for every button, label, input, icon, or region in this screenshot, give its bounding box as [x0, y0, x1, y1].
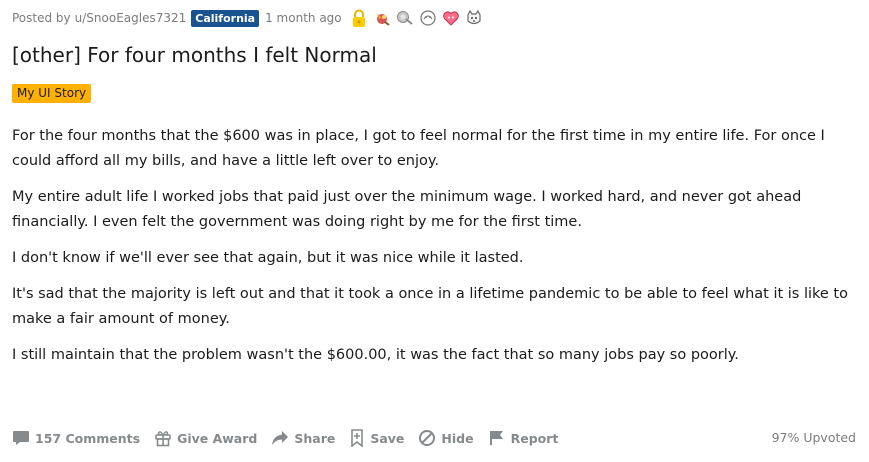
user-flair: California	[191, 9, 260, 27]
post-meta: Posted by u/SnooEagles7321 California 1 …	[12, 7, 488, 29]
post-paragraph: I still maintain that the problem wasn't…	[12, 347, 739, 363]
post-paragraph: For the four months that the $600 was in…	[12, 128, 825, 169]
give-award-label: Give Award	[177, 430, 258, 446]
save-label: Save	[370, 430, 405, 446]
post: Posted by u/SnooEagles7321 California 1 …	[12, 0, 860, 462]
report-button[interactable]: Report	[488, 429, 559, 447]
link-flair[interactable]: My UI Story	[12, 84, 92, 103]
rocket-award-icon[interactable]	[373, 9, 391, 27]
post-paragraph: I don't know if we'll ever see that agai…	[12, 250, 524, 266]
wholesome-award-icon[interactable]	[442, 9, 460, 27]
gift-icon	[155, 431, 171, 447]
hide-label: Hide	[441, 430, 474, 446]
flag-icon	[489, 431, 503, 445]
hide-button[interactable]: Hide	[418, 429, 474, 447]
post-actions-bar: 157 Comments Give Award Share Save Hide …	[12, 427, 860, 449]
hide-icon	[419, 430, 436, 446]
helpful-award-icon[interactable]	[419, 9, 437, 27]
comment-icon	[13, 431, 29, 445]
post-title[interactable]: [other] For four months I felt Normal	[12, 40, 377, 70]
share-button[interactable]: Share	[271, 430, 335, 446]
author-link[interactable]: u/SnooEagles7321	[75, 11, 187, 25]
posted-by-label: Posted by	[12, 11, 71, 25]
lock-award-icon[interactable]	[350, 9, 368, 27]
comments-button[interactable]: 157 Comments	[12, 430, 140, 446]
comments-label: 157 Comments	[35, 430, 141, 446]
bookmark-plus-icon	[351, 429, 364, 447]
save-button[interactable]: Save	[349, 429, 404, 447]
post-paragraph: It's sad that the majority is left out a…	[12, 286, 848, 327]
share-icon	[272, 431, 289, 445]
silver-award-icon[interactable]	[396, 9, 414, 27]
share-label: Share	[294, 430, 336, 446]
doge-award-icon[interactable]	[465, 9, 483, 27]
report-label: Report	[510, 430, 559, 446]
awards-list[interactable]	[350, 9, 488, 27]
give-award-button[interactable]: Give Award	[154, 429, 257, 447]
post-time[interactable]: 1 month ago	[265, 11, 342, 25]
upvote-ratio: 97% Upvoted	[771, 430, 856, 445]
post-body: For the four months that the $600 was in…	[12, 124, 857, 379]
post-paragraph: My entire adult life I worked jobs that …	[12, 189, 802, 230]
